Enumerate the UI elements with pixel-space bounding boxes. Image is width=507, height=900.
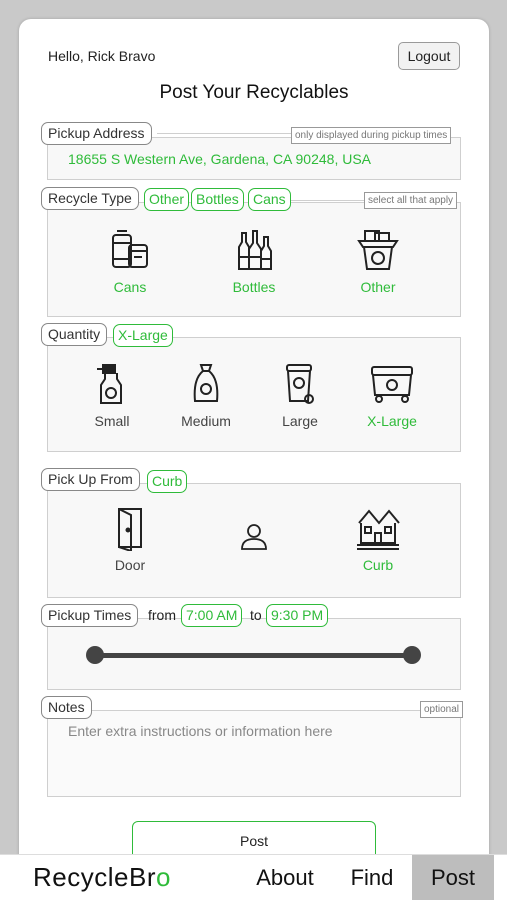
option-medium[interactable]: Medium	[167, 361, 245, 429]
recycle-type-chip-cans[interactable]: Cans	[248, 188, 291, 211]
nav-find[interactable]: Find	[336, 855, 408, 900]
option-large-label: Large	[282, 413, 318, 429]
pickup-from-label: Pick Up From	[41, 468, 140, 491]
from-time[interactable]: 7:00 AM	[181, 604, 243, 627]
bag-icon	[193, 364, 219, 402]
address-value[interactable]: 18655 S Western Ave, Gardena, CA 90248, …	[68, 151, 371, 167]
option-other[interactable]: Other	[337, 227, 419, 295]
brand-logo-suffix: o	[155, 862, 171, 892]
door-icon	[118, 508, 142, 551]
address-hint: only displayed during pickup times	[291, 127, 452, 144]
option-cans-label: Cans	[113, 279, 147, 295]
time-range-end-handle[interactable]	[403, 646, 421, 664]
from-label: from	[148, 607, 176, 623]
time-range-track[interactable]	[95, 653, 413, 658]
logout-button[interactable]: Logout	[398, 42, 460, 70]
option-small-label: Small	[94, 413, 130, 429]
notes-label: Notes	[41, 696, 92, 719]
house-icon	[357, 509, 400, 550]
option-medium-label: Medium	[181, 413, 231, 429]
form-card: Hello, Rick Bravo Logout Post Your Recyc…	[19, 19, 489, 900]
option-door-label: Door	[114, 557, 146, 573]
pickup-from-chip-curb[interactable]: Curb	[147, 470, 188, 493]
person-icon	[241, 524, 267, 550]
to-label: to	[250, 607, 262, 623]
quantity-label: Quantity	[41, 323, 108, 346]
bottom-navbar: RecycleBro About Find Post	[0, 854, 507, 900]
recycle-bin-icon	[357, 230, 399, 270]
recycle-type-label: Recycle Type	[41, 187, 139, 210]
greeting: Hello, Rick Bravo	[48, 48, 156, 64]
nav-post[interactable]: Post	[412, 855, 494, 900]
bottles-icon	[238, 230, 272, 270]
pickup-times-label: Pickup Times	[41, 604, 139, 627]
option-door[interactable]: Door	[91, 505, 169, 573]
notes-placeholder[interactable]: Enter extra instructions or information …	[68, 723, 333, 739]
cans-icon	[112, 230, 148, 268]
option-other-label: Other	[360, 279, 396, 295]
recycle-type-hint: select all that apply	[364, 192, 458, 209]
quantity-chip-xlarge[interactable]: X-Large	[113, 324, 173, 347]
nav-about[interactable]: About	[244, 855, 326, 900]
time-range-start-handle[interactable]	[86, 646, 104, 664]
option-bottles[interactable]: Bottles	[213, 227, 295, 295]
option-bottles-label: Bottles	[232, 279, 276, 295]
option-cans[interactable]: Cans	[89, 227, 171, 295]
option-large[interactable]: Large	[261, 361, 339, 429]
brand-logo-prefix: RecycleBr	[33, 862, 156, 892]
spray-bottle-icon	[97, 364, 122, 404]
option-curb[interactable]: Curb	[339, 505, 417, 573]
option-xlarge-label: X-Large	[367, 413, 417, 429]
brand-logo[interactable]: RecycleBro	[33, 862, 171, 893]
option-xlarge[interactable]: X-Large	[353, 361, 431, 429]
option-curb-label: Curb	[362, 557, 394, 573]
option-small[interactable]: Small	[73, 361, 151, 429]
notes-hint: optional	[420, 701, 464, 718]
recycle-type-chip-other[interactable]: Other	[144, 188, 190, 211]
recycle-type-chip-bottles[interactable]: Bottles	[191, 188, 244, 211]
trash-can-icon	[286, 364, 314, 404]
to-time[interactable]: 9:30 PM	[266, 604, 329, 627]
dumpster-icon	[371, 366, 413, 403]
page-title: Post Your Recyclables	[159, 82, 349, 103]
address-label: Pickup Address	[41, 122, 152, 145]
